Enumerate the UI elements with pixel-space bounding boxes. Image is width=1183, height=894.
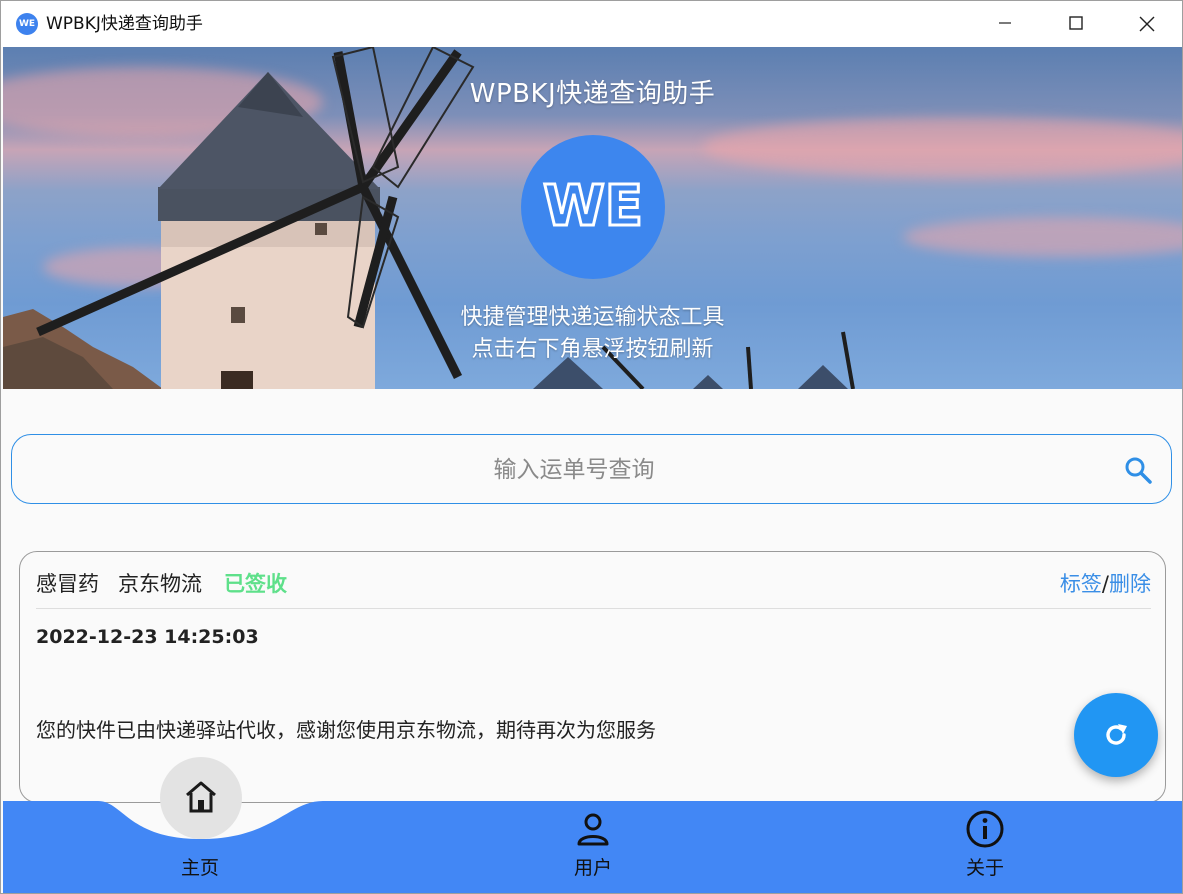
maximize-icon — [1069, 16, 1083, 30]
tracking-number-input[interactable] — [32, 445, 1116, 495]
search-icon[interactable] — [1123, 455, 1153, 485]
package-status-message: 您的快件已由快递驿站代收，感谢您使用京东物流，期待再次为您服务 — [36, 718, 656, 742]
nav-item-home[interactable] — [160, 757, 242, 839]
hero-subtitle-line1: 快捷管理快递运输状态工具 — [460, 305, 725, 330]
hero-banner: WPBKJ快递查询助手 WE 快捷管理快递运输状态工具 点击右下角悬浮按钮刷新 — [3, 47, 1182, 389]
hero-subtitle-line2: 点击右下角悬浮按钮刷新 — [471, 337, 714, 362]
app-window: WE WPBKJ快递查询助手 WPBKJ快递查询助手 WE 快捷管理快递运输状态… — [0, 0, 1183, 894]
minimize-button[interactable] — [970, 1, 1040, 47]
maximize-button[interactable] — [1041, 1, 1111, 47]
minimize-icon — [999, 22, 1011, 24]
close-icon — [1139, 16, 1155, 32]
nav-label-user[interactable]: 用户 — [533, 853, 653, 880]
package-card-header: 感冒药 京东物流 已签收 标签/删除 — [36, 568, 1151, 609]
nav-label-home[interactable]: 主页 — [140, 853, 260, 880]
user-icon[interactable] — [575, 811, 611, 847]
package-timestamp: 2022-12-23 14:25:03 — [36, 626, 259, 648]
action-separator: / — [1101, 572, 1109, 596]
package-actions: 标签/删除 — [1060, 570, 1151, 598]
tracking-search-box — [11, 434, 1172, 504]
refresh-icon — [1106, 724, 1127, 745]
info-icon[interactable] — [965, 809, 1005, 849]
refresh-button[interactable] — [1074, 693, 1158, 777]
nav-label-about[interactable]: 关于 — [925, 853, 1045, 880]
package-status-badge: 已签收 — [224, 572, 287, 596]
package-name: 感冒药 — [36, 572, 99, 596]
title-bar: WE WPBKJ快递查询助手 — [1, 1, 1182, 47]
brand-logo: WE — [521, 135, 665, 279]
home-icon — [186, 781, 216, 813]
tag-link[interactable]: 标签 — [1060, 572, 1102, 596]
app-logo-icon: WE — [16, 13, 38, 35]
package-carrier: 京东物流 — [118, 572, 202, 596]
window-title: WPBKJ快递查询助手 — [46, 14, 203, 34]
close-button[interactable] — [1112, 1, 1182, 47]
delete-link[interactable]: 删除 — [1109, 572, 1151, 596]
hero-title: WPBKJ快递查询助手 — [469, 79, 716, 109]
bottom-navigation: 主页 用户 关于 — [3, 757, 1182, 893]
